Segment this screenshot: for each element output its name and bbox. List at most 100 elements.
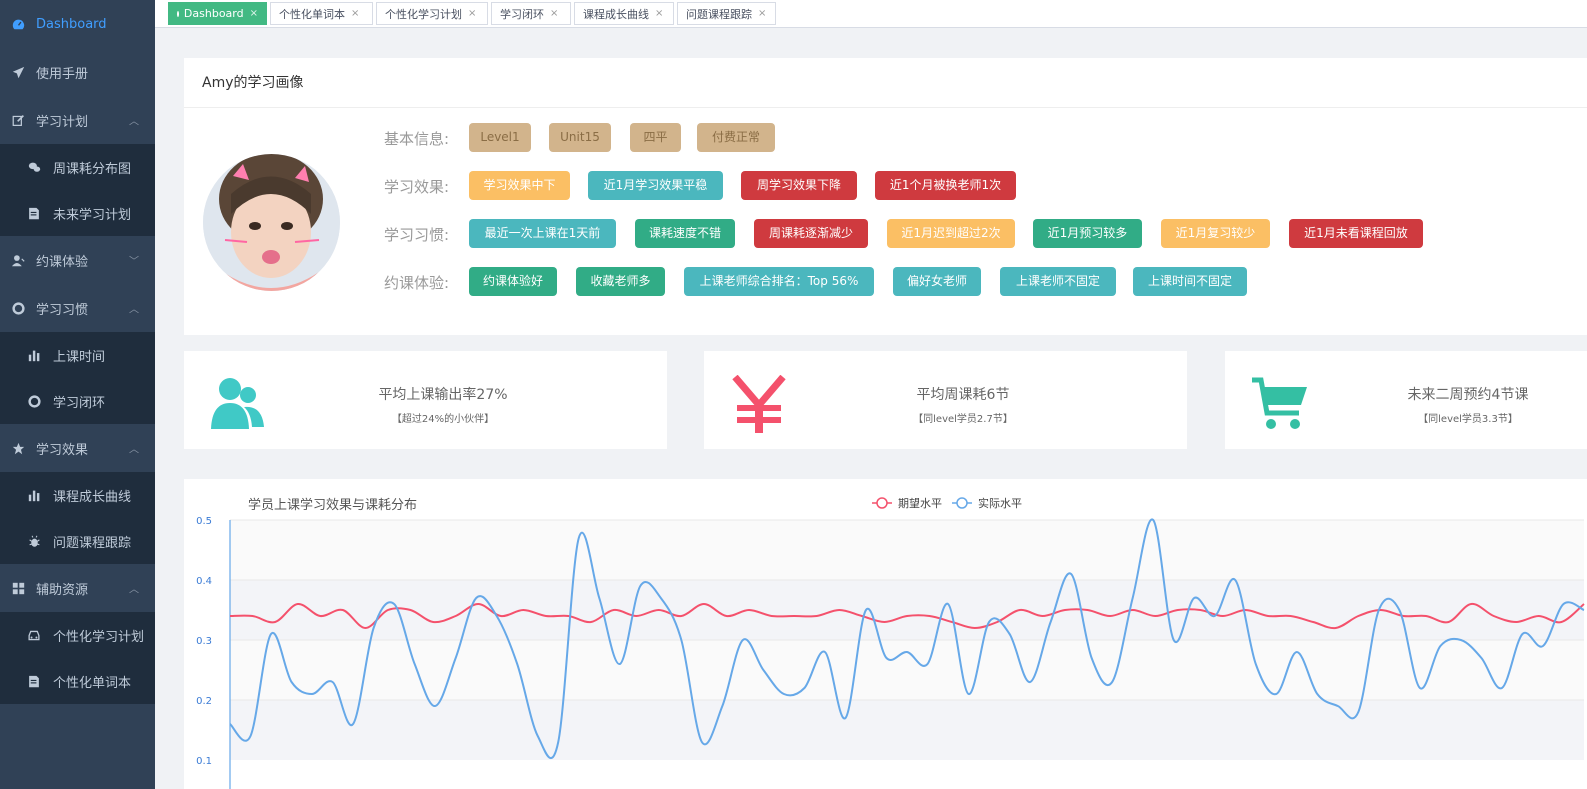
star-icon bbox=[8, 442, 28, 455]
y-tick-label: 0.2 bbox=[196, 696, 212, 707]
profile-row-label: 约课体验: bbox=[384, 273, 450, 292]
stat-card[interactable]: 平均上课输出率27% 【超过24%的小伙伴】 bbox=[184, 351, 667, 449]
sidebar-item-label: 约课体验 bbox=[36, 254, 89, 270]
sidebar-item-label: 学习习惯 bbox=[36, 302, 89, 318]
tag-badge: 周课耗逐渐减少 bbox=[754, 219, 868, 248]
close-icon[interactable]: × bbox=[655, 8, 663, 19]
sidebar-item-label: 学习效果 bbox=[36, 442, 89, 458]
close-icon[interactable]: × bbox=[758, 8, 766, 19]
tag-badge: 上课老师综合排名：Top 56% bbox=[684, 267, 874, 296]
tag-badge: 近1月未看课程回放 bbox=[1289, 219, 1423, 248]
tag-badge: 四平 bbox=[630, 123, 681, 152]
sidebar-item-label: 使用手册 bbox=[36, 66, 89, 82]
tag-badge: Unit15 bbox=[549, 123, 611, 152]
tag-badge: 周学习效果下降 bbox=[741, 171, 857, 200]
stat-sub-text: 【超过24%的小伙伴】 bbox=[391, 414, 495, 425]
sidebar-subitem[interactable]: 学习闭环 bbox=[0, 378, 155, 424]
stat-sub-text: 【同level学员3.3节】 bbox=[1418, 414, 1518, 425]
sidebar-item-3[interactable]: 约课体验 ﹀ bbox=[0, 236, 155, 284]
y-tick-label: 0.5 bbox=[196, 516, 212, 527]
sidebar-subitem[interactable]: 上课时间 bbox=[0, 332, 155, 378]
active-dot-icon bbox=[177, 10, 179, 17]
tag-badge: 近1个月被换老师1次 bbox=[875, 171, 1016, 200]
sidebar-subitem[interactable]: 问题课程跟踪 bbox=[0, 518, 155, 564]
sidebar-subitem-label: 学习闭环 bbox=[53, 395, 106, 411]
tab-label: Dashboard bbox=[183, 7, 244, 20]
edit-icon bbox=[8, 114, 28, 127]
tab-label: 问题课程跟踪 bbox=[686, 7, 752, 21]
cart-icon bbox=[1251, 375, 1309, 435]
tab-2[interactable]: 个性化学习计划 × bbox=[376, 2, 488, 25]
tag-badge: 课耗速度不错 bbox=[635, 219, 735, 248]
chevron-up-icon: ︿ bbox=[129, 584, 139, 596]
tab-0[interactable]: Dashboard × bbox=[168, 2, 267, 25]
sidebar-subitem-label: 上课时间 bbox=[53, 349, 106, 365]
document-icon bbox=[24, 675, 44, 688]
sidebar-subitem-label: 个性化单词本 bbox=[53, 675, 132, 691]
tab-label: 个性化单词本 bbox=[279, 7, 345, 21]
sidebar-item-4[interactable]: 学习习惯 ︿ bbox=[0, 284, 155, 332]
sidebar-item-label: Dashboard bbox=[36, 16, 107, 32]
sidebar-item-5[interactable]: 学习效果 ︿ bbox=[0, 424, 155, 472]
sidebar-subitem[interactable]: 周课耗分布图 bbox=[0, 144, 155, 190]
tag-badge: 近1月复习较少 bbox=[1161, 219, 1270, 248]
grid-band bbox=[230, 640, 1584, 700]
sidebar-subitem[interactable]: 课程成长曲线 bbox=[0, 472, 155, 518]
close-icon[interactable]: × bbox=[550, 8, 558, 19]
chart-card: 0.5 0.4 0.3 0.2 0.1 学员上课学习效果与课耗分布 期望水平 实际水平 bbox=[184, 479, 1587, 789]
tag-badge: 上课时间不固定 bbox=[1133, 267, 1247, 296]
lifebuoy-icon bbox=[24, 394, 44, 408]
y-tick-label: 0.4 bbox=[196, 576, 212, 587]
avatar bbox=[203, 154, 340, 291]
yen-icon bbox=[731, 374, 787, 437]
chevron-up-icon: ︿ bbox=[129, 116, 139, 128]
chevron-up-icon: ︿ bbox=[129, 304, 139, 316]
tab-1[interactable]: 个性化单词本 × bbox=[270, 2, 373, 25]
sidebar-item-label: 学习计划 bbox=[36, 114, 89, 130]
sidebar-item-0[interactable]: Dashboard bbox=[0, 0, 155, 48]
close-icon[interactable]: × bbox=[351, 8, 359, 19]
tag-badge: 近1月迟到超过2次 bbox=[887, 219, 1015, 248]
sidebar-subitem[interactable]: 个性化单词本 bbox=[0, 658, 155, 704]
sidebar-subitem[interactable]: 未来学习计划 bbox=[0, 190, 155, 236]
close-icon[interactable]: × bbox=[468, 8, 476, 19]
grid-band bbox=[230, 520, 1584, 580]
sidebar-subitem-label: 周课耗分布图 bbox=[53, 161, 132, 177]
profile-row: 约课体验: bbox=[384, 267, 468, 297]
tag-badge: 近1月预习较多 bbox=[1033, 219, 1142, 248]
stat-card[interactable]: 平均周课耗6节 【同level学员2.7节】 bbox=[704, 351, 1187, 449]
profile-row-label: 学习效果: bbox=[384, 177, 450, 196]
profile-title: Amy的学习画像 bbox=[184, 58, 1587, 108]
tag-badge: 收藏老师多 bbox=[576, 267, 665, 296]
profile-row-label: 基本信息: bbox=[384, 129, 450, 148]
sidebar-subitem[interactable]: 个性化学习计划 bbox=[0, 612, 155, 658]
bar-chart-icon bbox=[24, 349, 44, 362]
tab-4[interactable]: 课程成长曲线 × bbox=[574, 2, 674, 25]
close-icon[interactable]: × bbox=[250, 8, 258, 19]
legend-label: 实际水平 bbox=[978, 496, 1022, 510]
bar-chart-icon bbox=[24, 489, 44, 502]
tab-label: 课程成长曲线 bbox=[583, 7, 649, 21]
tag-badge: 上课老师不固定 bbox=[1000, 267, 1116, 296]
grid-band bbox=[230, 700, 1584, 760]
tag-badge: 最近一次上课在1天前 bbox=[469, 219, 616, 248]
sidebar-item-6[interactable]: 辅助资源 ︿ bbox=[0, 564, 155, 612]
paper-plane-icon bbox=[8, 66, 28, 79]
sidebar-item-2[interactable]: 学习计划 ︿ bbox=[0, 96, 155, 144]
chevron-down-icon: ﹀ bbox=[129, 256, 139, 268]
sidebar-item-1[interactable]: 使用手册 bbox=[0, 48, 155, 96]
sidebar-subitem-label: 课程成长曲线 bbox=[53, 489, 132, 505]
chevron-up-icon: ︿ bbox=[129, 444, 139, 456]
stat-main-text: 未来二周预约4节课 bbox=[1407, 387, 1529, 403]
legend-marker bbox=[956, 497, 968, 509]
profile-row-label: 学习习惯: bbox=[384, 225, 450, 244]
tag-badge: 偏好女老师 bbox=[893, 267, 981, 296]
tab-label: 学习闭环 bbox=[500, 7, 544, 21]
stat-card[interactable]: 未来二周预约4节课【同level学员3.3节】 bbox=[1225, 351, 1587, 449]
grid-icon bbox=[8, 582, 28, 595]
stat-main-text: 平均周课耗6节 bbox=[916, 387, 1010, 403]
people-icon bbox=[210, 375, 266, 435]
tag-badge: 近1月学习效果平稳 bbox=[588, 171, 723, 200]
tab-3[interactable]: 学习闭环 × bbox=[491, 2, 571, 25]
tab-5[interactable]: 问题课程跟踪 × bbox=[677, 2, 776, 25]
